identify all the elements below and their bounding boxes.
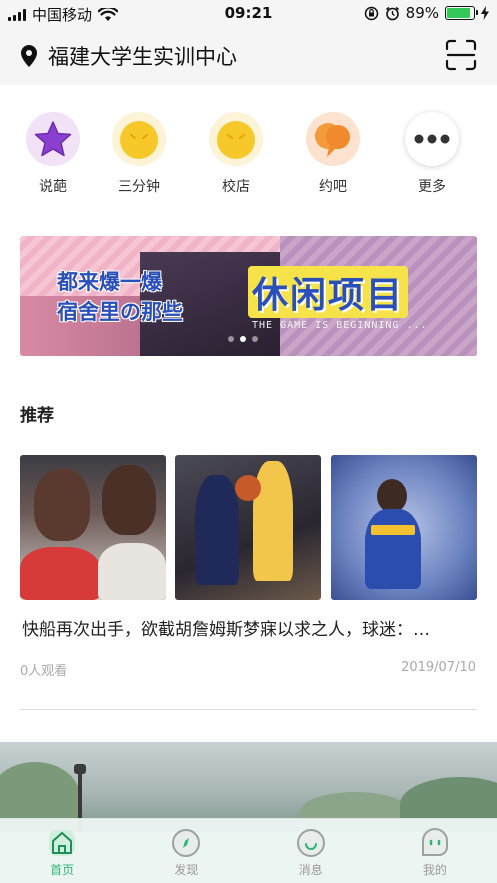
tab-label: 发现 [174, 863, 199, 877]
status-right: 89% [364, 4, 489, 22]
orientation-lock-icon [364, 6, 378, 20]
home-icon [49, 830, 76, 856]
carousel-dot [228, 336, 234, 342]
location-title[interactable]: 福建大学生实训中心 [48, 41, 237, 71]
menu-label: 说葩 [39, 179, 67, 195]
star-icon [26, 112, 80, 166]
battery-icon [445, 6, 478, 20]
tab-label: 消息 [298, 863, 323, 877]
compass-icon [172, 829, 201, 857]
smile-face-icon [112, 112, 166, 166]
article-thumbnail [20, 455, 166, 600]
quick-menu: 说葩 三分钟 校店 约吧 更多 [0, 112, 497, 202]
chat-bubble-icon [306, 112, 360, 166]
tab-home[interactable]: 首页 [0, 819, 124, 883]
tab-discover[interactable]: 发现 [124, 819, 248, 883]
charging-icon [481, 6, 489, 20]
article-thumbnails[interactable] [20, 455, 477, 600]
carousel-indicator [228, 336, 258, 342]
message-icon [296, 829, 325, 857]
banner-headline: 休闲项目 [248, 266, 409, 318]
more-dots-icon [405, 112, 459, 166]
article-thumbnail [331, 455, 477, 600]
tab-label: 首页 [50, 863, 75, 877]
carousel-dot [252, 336, 258, 342]
menu-label: 约吧 [319, 179, 347, 195]
view-count: 0人观看 [20, 664, 68, 679]
menu-item-more[interactable]: 更多 [392, 112, 472, 196]
tab-label: 我的 [422, 863, 447, 877]
menu-label: 三分钟 [118, 179, 160, 195]
banner-line2: 宿舍里の那些 [57, 300, 183, 324]
tab-profile[interactable]: 我的 [373, 819, 497, 883]
promo-banner[interactable]: 都来爆一爆 宿舍里の那些 休闲项目 THE GAME IS BEGINNING … [20, 236, 477, 356]
menu-item-school-store[interactable]: 校店 [196, 112, 276, 196]
menu-item-meetup[interactable]: 约吧 [293, 112, 373, 196]
location-pin-icon[interactable] [20, 44, 38, 68]
profile-icon [421, 828, 448, 856]
smile-face-icon [209, 112, 263, 166]
carousel-dot-active [240, 336, 246, 342]
banner-subtext: THE GAME IS BEGINNING ... [252, 320, 428, 331]
tab-messages[interactable]: 消息 [249, 819, 373, 883]
publish-date: 2019/07/10 [401, 660, 476, 675]
header: 福建大学生实训中心 [0, 28, 497, 85]
menu-label: 校店 [222, 179, 250, 195]
article-thumbnail [175, 455, 321, 600]
menu-label: 更多 [418, 179, 446, 195]
banner-line1: 都来爆一爆 [57, 270, 162, 294]
recommend-heading: 推荐 [20, 406, 54, 426]
tab-bar: 首页 发现 消息 我的 [0, 818, 497, 883]
scan-icon[interactable] [445, 39, 477, 71]
divider [20, 709, 477, 710]
status-bar: 中国移动 09:21 89% [0, 0, 497, 28]
battery-percent: 89% [405, 4, 439, 22]
alarm-icon [385, 6, 399, 20]
menu-item-shuopa[interactable]: 说葩 [13, 112, 93, 196]
menu-item-three-minutes[interactable]: 三分钟 [99, 112, 179, 196]
article-title[interactable]: 快船再次出手，欲截胡詹姆斯梦寐以求之人，球迷：… [22, 615, 478, 640]
